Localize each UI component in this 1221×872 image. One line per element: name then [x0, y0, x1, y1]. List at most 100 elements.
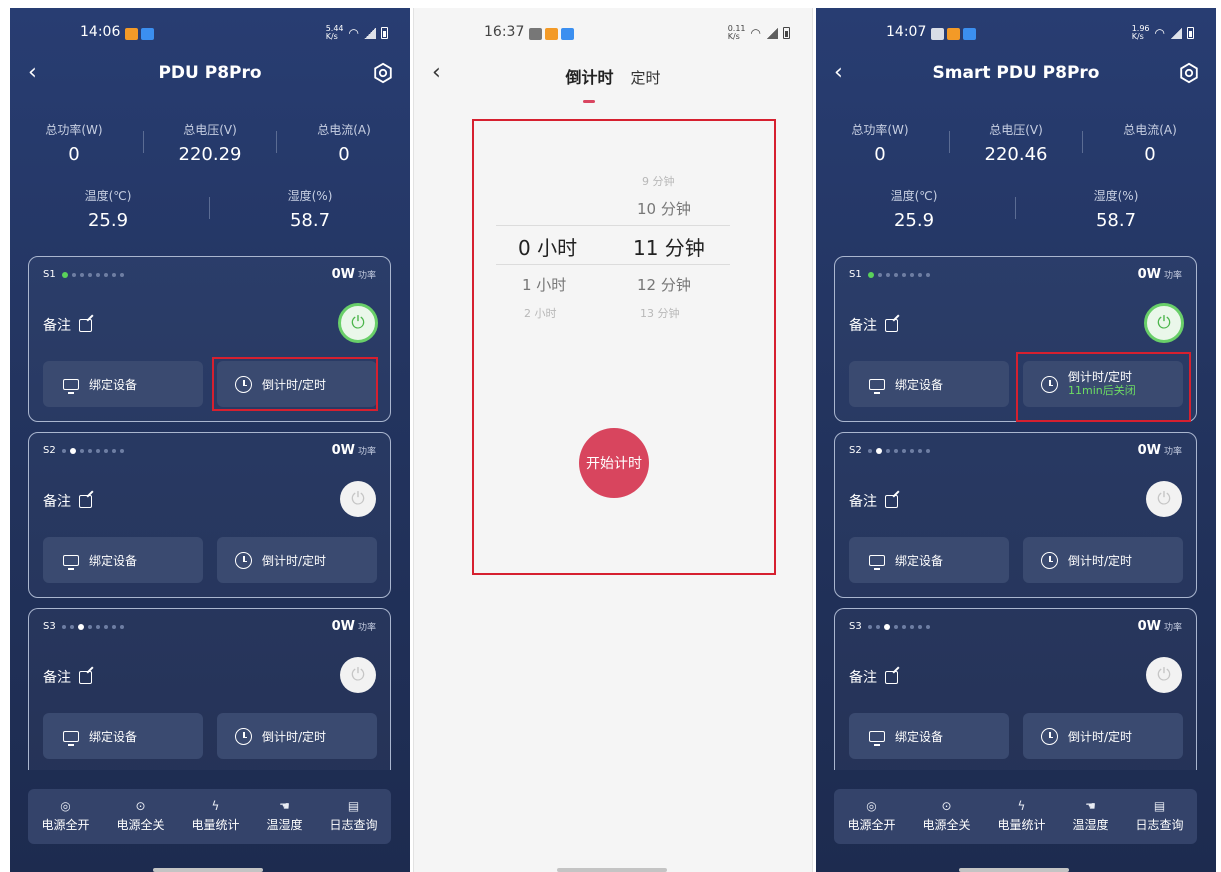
log-query-button[interactable]: ▤ 日志查询: [329, 800, 377, 833]
left-phone-screen: 14:06 5.44 K/s ◠ ‹ PDU P8Pro 总功率(W) 0 总电压…: [10, 8, 410, 872]
metric-total-power: 总功率(W) 0: [851, 123, 909, 165]
monitor-icon: [869, 378, 885, 394]
bottom-toolbar: ◎ 电源全开 ⊙ 电源全关 ϟ 电量统计 ☚ 温湿度 ▤ 日志查询: [834, 789, 1197, 844]
remark-label[interactable]: 备注: [849, 315, 898, 335]
power-toggle-button[interactable]: ⏻: [338, 303, 378, 343]
notification-icons: [928, 27, 976, 43]
monitor-icon: [63, 554, 79, 570]
all-power-on-button[interactable]: ◎ 电源全开: [41, 800, 89, 833]
metric-humidity: 湿度(%) 58.7: [1093, 189, 1139, 231]
battery-icon: [1187, 27, 1194, 39]
signal-icon: [364, 27, 376, 39]
signal-icon: [1170, 27, 1182, 39]
tab-schedule[interactable]: 定时: [631, 69, 661, 87]
remark-label[interactable]: 备注: [849, 491, 898, 511]
socket-indicator: [867, 271, 930, 278]
edit-icon[interactable]: [79, 318, 92, 332]
log-query-button[interactable]: ▤ 日志查询: [1135, 800, 1183, 833]
temp-humidity-button[interactable]: ☚ 温湿度: [1072, 800, 1108, 833]
settings-icon[interactable]: [372, 62, 394, 84]
nav-bar: ‹ Smart PDU P8Pro: [816, 60, 1216, 90]
socket-id: S3: [849, 621, 862, 632]
edit-icon[interactable]: [79, 494, 92, 508]
socket-card-s2: S2 0W 功率 备注 ⏻ 绑定设备 倒计时/定时: [28, 432, 391, 598]
timer-button[interactable]: 倒计时/定时: [1023, 713, 1183, 759]
temp-humidity-button[interactable]: ☚ 温湿度: [266, 800, 302, 833]
energy-stats-button[interactable]: ϟ 电量统计: [997, 800, 1045, 833]
settings-icon[interactable]: [1178, 62, 1200, 84]
monitor-icon: [63, 730, 79, 746]
notification-icons: [526, 27, 574, 43]
nav-bar: ‹ PDU P8Pro: [10, 60, 410, 90]
metric-total-power: 总功率(W) 0: [45, 123, 103, 165]
edit-icon[interactable]: [885, 318, 898, 332]
remark-label[interactable]: 备注: [43, 315, 92, 335]
monitor-icon: [63, 378, 79, 394]
middle-phone-screen: 16:37 0.11 K/s ◠ ‹ 倒计时 定时 9 分钟 10 分钟 0 小时…: [413, 8, 813, 872]
metric-total-current: 总电流(A) 0: [317, 123, 371, 165]
hand-icon: ☚: [279, 799, 290, 813]
all-power-off-button[interactable]: ⊙ 电源全关: [922, 800, 970, 833]
power-icon: ⏻: [351, 489, 365, 509]
bind-device-button[interactable]: 绑定设备: [43, 361, 203, 407]
bind-device-button[interactable]: 绑定设备: [43, 537, 203, 583]
status-time: 14:06: [80, 24, 121, 40]
power-on-icon: ◎: [60, 799, 71, 813]
power-toggle-button[interactable]: ⏻: [1146, 481, 1182, 517]
edit-icon[interactable]: [885, 670, 898, 684]
tab-countdown[interactable]: 倒计时: [565, 68, 613, 87]
network-speed-icon: 0.11 K/s: [727, 24, 746, 41]
energy-stats-button[interactable]: ϟ 电量统计: [191, 800, 239, 833]
highlight-box: [472, 119, 776, 575]
battery-icon: [783, 27, 790, 39]
socket-card-s3: S3 0W 功率 备注 ⏻ 绑定设备 倒计时/定时: [834, 608, 1197, 770]
home-indicator: [557, 868, 667, 872]
edit-icon[interactable]: [885, 494, 898, 508]
bind-device-button[interactable]: 绑定设备: [849, 713, 1009, 759]
power-icon: ⏻: [1157, 313, 1171, 333]
socket-id: S2: [43, 445, 56, 456]
timer-button[interactable]: 倒计时/定时: [1023, 537, 1183, 583]
socket-id: S2: [849, 445, 862, 456]
socket-power: 0W 功率: [331, 619, 376, 634]
bind-device-button[interactable]: 绑定设备: [43, 713, 203, 759]
socket-card-s2: S2 0W 功率 备注 ⏻ 绑定设备 倒计时/定时: [834, 432, 1197, 598]
notification-icons: [122, 27, 154, 43]
highlight-box: [1016, 352, 1191, 422]
alarm-clock-icon: [1041, 551, 1058, 569]
socket-id: S3: [43, 621, 56, 632]
bind-device-button[interactable]: 绑定设备: [849, 361, 1009, 407]
log-icon: ▤: [347, 799, 360, 813]
wifi-icon: ◠: [750, 26, 761, 40]
hand-icon: ☚: [1085, 799, 1096, 813]
power-off-icon: ⊙: [941, 799, 952, 813]
wifi-icon: ◠: [1154, 26, 1165, 40]
edit-icon[interactable]: [79, 670, 92, 684]
system-icons: 5.44 K/s ◠: [326, 25, 388, 41]
power-toggle-button[interactable]: ⏻: [340, 481, 376, 517]
battery-icon: [381, 27, 388, 39]
bind-device-button[interactable]: 绑定设备: [849, 537, 1009, 583]
remark-label[interactable]: 备注: [849, 667, 898, 687]
all-power-off-button[interactable]: ⊙ 电源全关: [116, 800, 164, 833]
right-phone-screen: 14:07 1.96 K/s ◠ ‹ Smart PDU P8Pro 总功率(W)…: [816, 8, 1216, 872]
socket-indicator: [867, 623, 930, 630]
metric-total-voltage: 总电压(V) 220.46: [984, 123, 1048, 165]
power-toggle-button[interactable]: ⏻: [1144, 303, 1184, 343]
remark-label[interactable]: 备注: [43, 667, 92, 687]
power-toggle-button[interactable]: ⏻: [1146, 657, 1182, 693]
page-title: Smart PDU P8Pro: [932, 63, 1100, 83]
network-speed-icon: 1.96 K/s: [1131, 24, 1150, 41]
timer-button[interactable]: 倒计时/定时: [217, 713, 377, 759]
monitor-icon: [869, 554, 885, 570]
all-power-on-button[interactable]: ◎ 电源全开: [847, 800, 895, 833]
remark-label[interactable]: 备注: [43, 491, 92, 511]
metric-total-voltage: 总电压(V) 220.29: [178, 123, 242, 165]
page-title: PDU P8Pro: [158, 63, 262, 83]
tab-bar: 倒计时 定时: [414, 64, 812, 88]
power-toggle-button[interactable]: ⏻: [340, 657, 376, 693]
socket-indicator: [61, 271, 124, 278]
socket-indicator: [867, 447, 930, 454]
status-bar: 14:07 1.96 K/s ◠: [816, 24, 1216, 44]
timer-button[interactable]: 倒计时/定时: [217, 537, 377, 583]
